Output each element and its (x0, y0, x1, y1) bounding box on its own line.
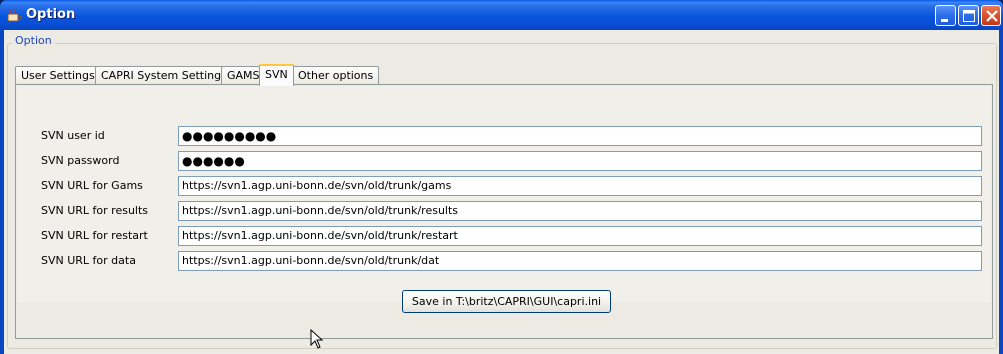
option-group-legend: Option (12, 34, 55, 47)
svn-url-gams-row: SVN URL for Gams https://svn1.agp.uni-bo… (17, 176, 993, 196)
tab-other-options[interactable]: Other options (292, 66, 380, 85)
close-button[interactable] (981, 5, 1001, 26)
window-frame-right (999, 30, 1003, 354)
svn-url-data-label: SVN URL for data (41, 254, 136, 267)
close-icon (986, 10, 998, 22)
title-bar[interactable]: Option (0, 0, 1003, 30)
window-title: Option (26, 7, 76, 22)
svn-url-data-field[interactable]: https://svn1.agp.uni-bonn.de/svn/old/tru… (178, 251, 982, 271)
svn-user-id-row: SVN user id ●●●●●●●●● (17, 126, 993, 146)
svn-url-gams-label: SVN URL for Gams (41, 179, 143, 192)
minimize-icon (941, 19, 948, 22)
svn-user-id-field[interactable]: ●●●●●●●●● (178, 126, 982, 146)
save-config-button[interactable]: Save in T:\britz\CAPRI\GUI\capri.ini (402, 290, 611, 313)
svn-url-restart-row: SVN URL for restart https://svn1.agp.uni… (17, 226, 993, 246)
svn-url-results-label: SVN URL for results (41, 204, 149, 217)
svn-url-results-row: SVN URL for results https://svn1.agp.uni… (17, 201, 993, 221)
svn-url-results-field[interactable]: https://svn1.agp.uni-bonn.de/svn/old/tru… (178, 201, 982, 221)
maximize-button[interactable] (958, 5, 979, 26)
svn-settings-area: SVN user id ●●●●●●●●● SVN password ●●●●●… (17, 86, 991, 302)
svn-url-data-row: SVN URL for data https://svn1.agp.uni-bo… (17, 251, 993, 271)
tab-user-settings[interactable]: User Settings (15, 66, 101, 85)
tab-capri-system-settings[interactable]: CAPRI System Settings (95, 66, 233, 85)
mouse-pointer-icon (310, 329, 324, 349)
svn-url-restart-label: SVN URL for restart (41, 229, 148, 242)
svn-password-row: SVN password ●●●●●● (17, 151, 993, 171)
svn-password-field[interactable]: ●●●●●● (178, 151, 982, 171)
java-app-icon (7, 8, 22, 22)
tab-svn[interactable]: SVN (259, 64, 294, 86)
svn-password-label: SVN password (41, 154, 120, 167)
svn-url-gams-field[interactable]: https://svn1.agp.uni-bonn.de/svn/old/tru… (178, 176, 982, 196)
svn-url-restart-field[interactable]: https://svn1.agp.uni-bonn.de/svn/old/tru… (178, 226, 982, 246)
minimize-button[interactable] (935, 5, 956, 26)
maximize-icon (963, 10, 975, 22)
svn-user-id-label: SVN user id (41, 129, 105, 142)
